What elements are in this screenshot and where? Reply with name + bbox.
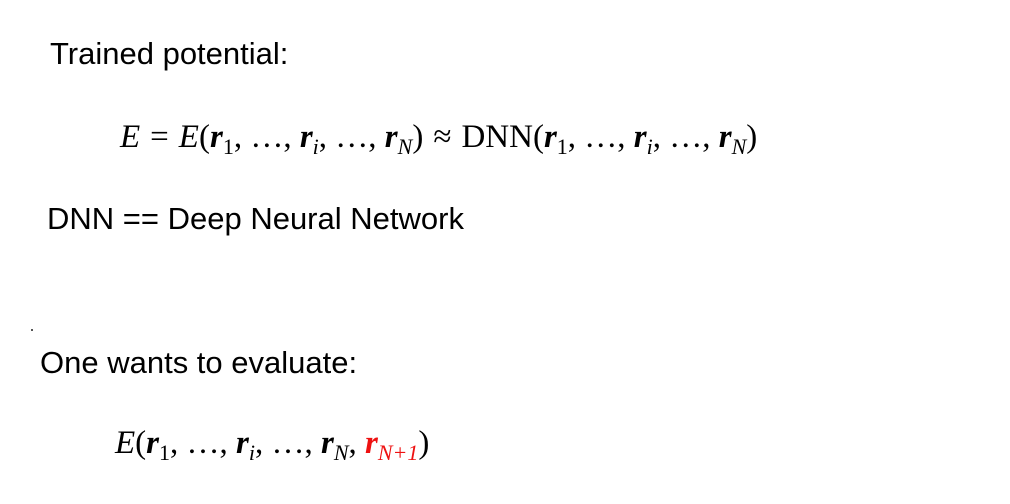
heading-trained-potential: Trained potential:	[50, 36, 289, 71]
subscript-N-plus-1: N+1	[377, 440, 419, 465]
stray-dot	[31, 329, 33, 331]
subscript-1: 1	[159, 440, 171, 465]
approx-sign: ≈	[433, 119, 452, 155]
vector-r: r	[209, 119, 223, 155]
dnn-definition: DNN == Deep Neural Network	[47, 201, 464, 236]
subscript-N: N	[731, 134, 747, 159]
vector-r: r	[320, 425, 334, 461]
symbol-E-func: E	[115, 425, 136, 461]
vector-r: r	[384, 119, 398, 155]
vector-r: r	[236, 425, 249, 461]
vector-r: r	[718, 119, 732, 155]
vector-r: r	[299, 119, 313, 155]
subscript-i: i	[646, 134, 653, 159]
vector-r-new-highlighted: r	[365, 425, 378, 461]
vector-r: r	[633, 119, 647, 155]
equals-sign: =	[150, 119, 169, 155]
subscript-N: N	[397, 134, 413, 159]
ellipsis: …	[669, 119, 703, 155]
subscript-1: 1	[222, 134, 234, 159]
symbol-E-lhs: E	[120, 119, 141, 155]
subscript-N: N	[333, 440, 349, 465]
ellipsis: …	[271, 425, 305, 461]
ellipsis: …	[250, 119, 284, 155]
subscript-i: i	[312, 134, 319, 159]
vector-r: r	[543, 119, 557, 155]
vector-r: r	[146, 425, 160, 461]
subscript-1: 1	[556, 134, 568, 159]
symbol-E-func: E	[178, 119, 199, 155]
ellipsis: …	[584, 119, 618, 155]
ellipsis: …	[335, 119, 369, 155]
subscript-i: i	[248, 440, 255, 465]
heading-one-wants-to-evaluate: One wants to evaluate:	[40, 345, 358, 380]
equation-energy-approximation: E = E(r1, …, ri, …, rN) ≈ DNN(r1, …, ri, …, …	[120, 119, 758, 159]
equation-energy-extended: E(r1, …, ri, …, rN, rN+1)	[115, 425, 430, 465]
ellipsis: …	[186, 425, 220, 461]
symbol-DNN: DNN	[461, 119, 533, 155]
